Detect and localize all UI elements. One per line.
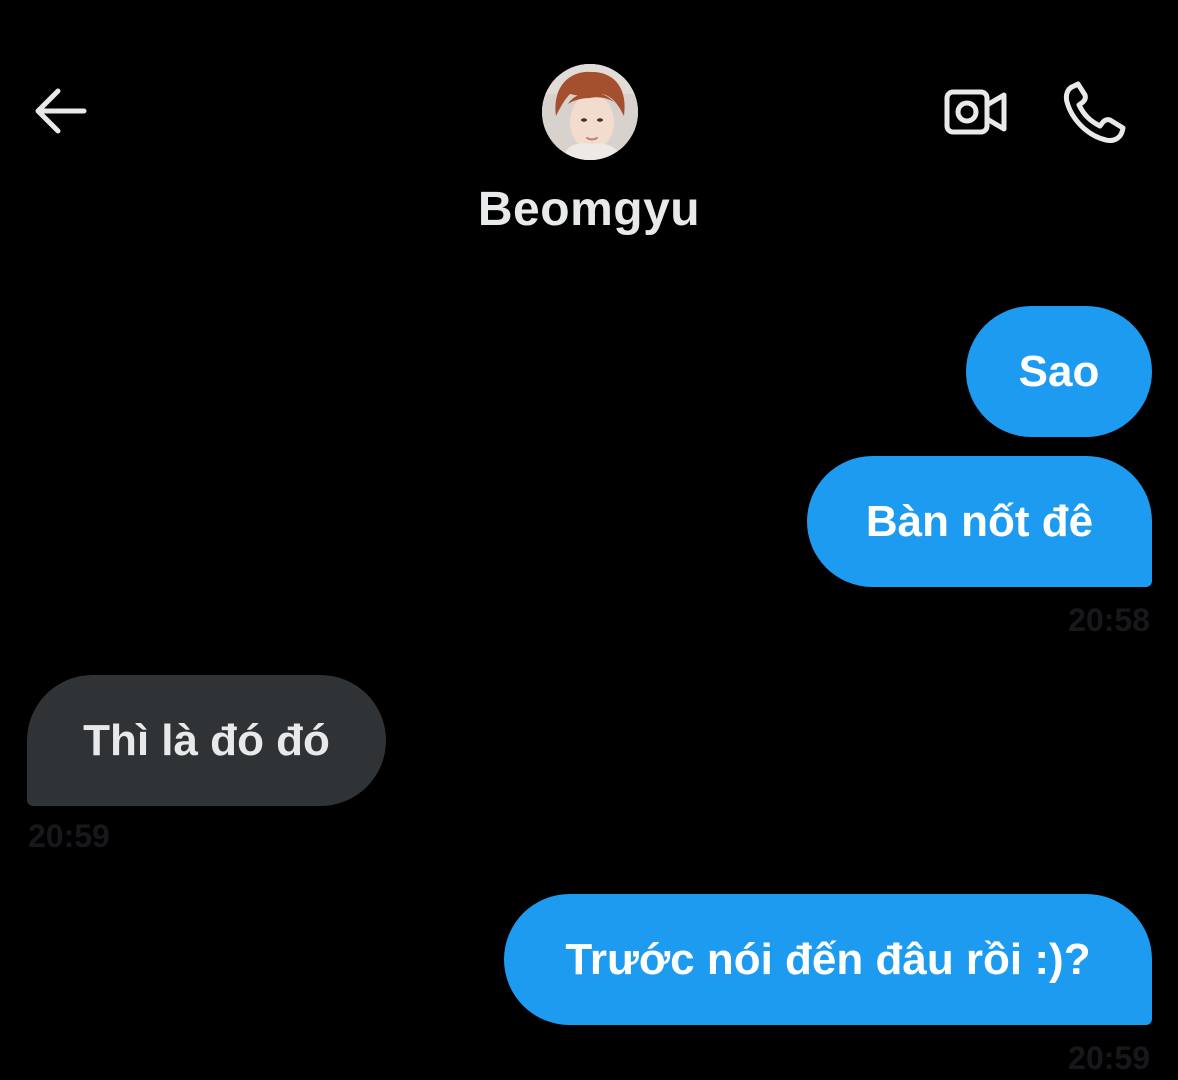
contact-name[interactable]: Beomgyu xyxy=(389,180,789,240)
phone-icon[interactable] xyxy=(1060,78,1130,146)
message-bubble-received[interactable]: Thì là đó đó xyxy=(27,675,386,806)
message-bubble-sent[interactable]: Trước nói đến đâu rồi :)? xyxy=(504,894,1152,1025)
video-camera-icon[interactable] xyxy=(940,82,1010,142)
message-bubble-sent[interactable]: Sao xyxy=(966,306,1152,437)
message-text: Trước nói đến đâu rồi :)? xyxy=(565,934,1091,984)
message-text: Sao xyxy=(1018,346,1100,396)
avatar-photo-icon xyxy=(542,64,638,160)
message-timestamp: 20:58 xyxy=(1068,602,1150,638)
message-timestamp: 20:59 xyxy=(1068,1040,1150,1076)
message-text: Thì là đó đó xyxy=(83,715,330,765)
message-timestamp: 20:59 xyxy=(28,818,110,854)
avatar[interactable] xyxy=(542,64,638,160)
back-arrow-icon[interactable] xyxy=(30,82,92,140)
message-text: Bàn nốt đê xyxy=(865,496,1094,546)
message-bubble-sent[interactable]: Bàn nốt đê xyxy=(807,456,1152,587)
